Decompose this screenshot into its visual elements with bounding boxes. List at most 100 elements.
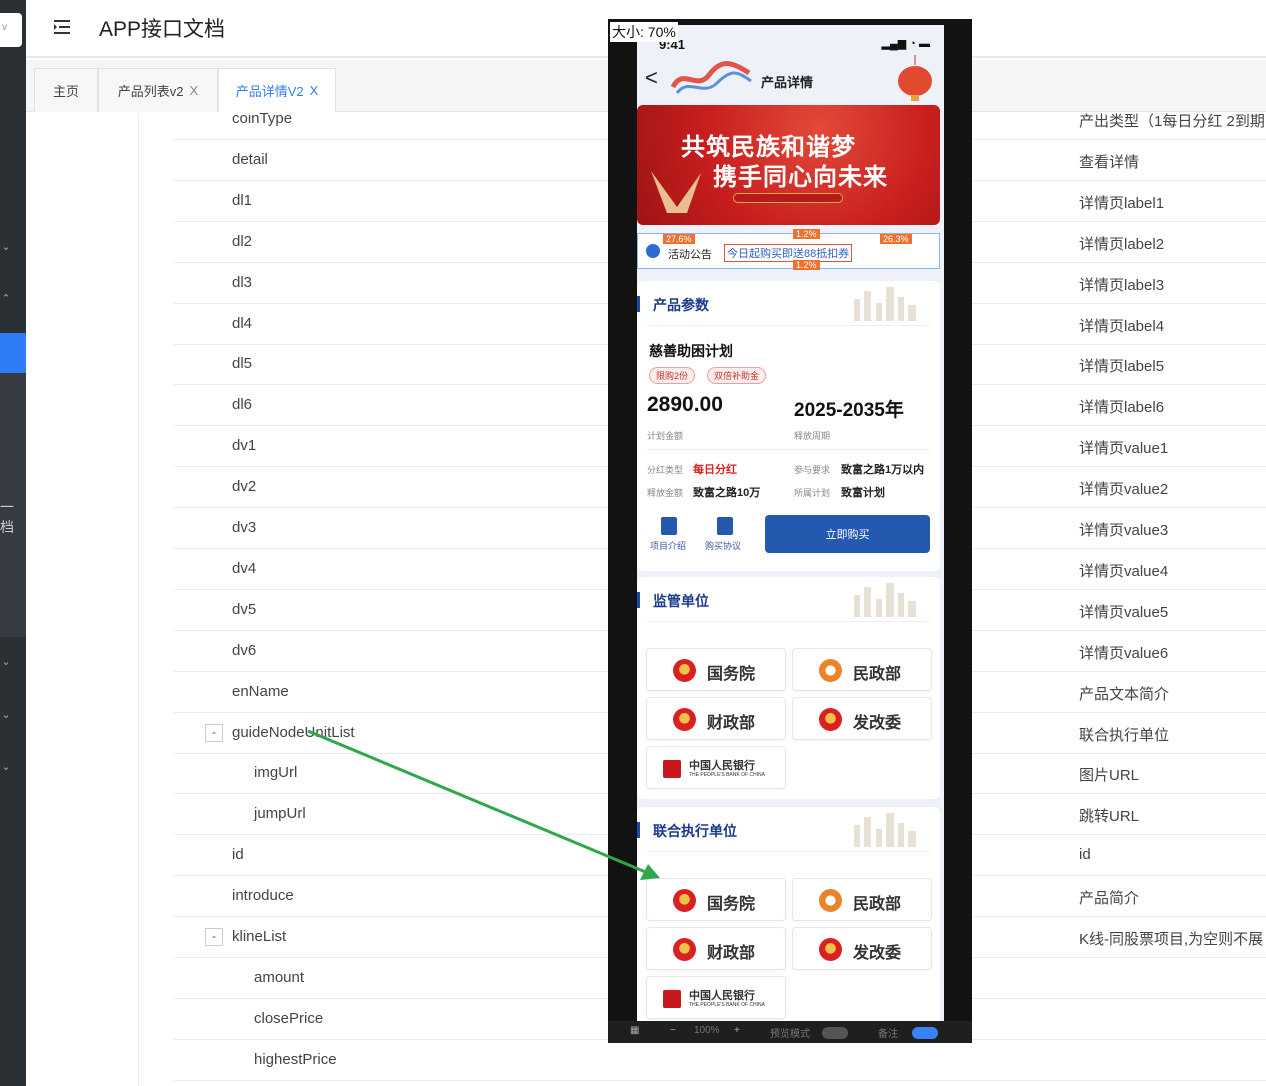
org-subname: THE PEOPLE'S BANK OF CHINA — [689, 772, 765, 778]
field-description: 图片URL — [1079, 767, 1140, 785]
org-name: 财政部 — [707, 945, 756, 962]
field-name: dl5 — [232, 355, 253, 373]
tab-label: 产品详情V2 — [235, 84, 304, 99]
mode-toggle[interactable] — [822, 1027, 848, 1039]
eagle-icon — [651, 171, 701, 213]
tab-home[interactable]: 主页 — [34, 68, 98, 112]
org-card-finance[interactable]: 财政部 — [646, 697, 786, 740]
chevron-up-icon[interactable]: ⌃ — [0, 292, 12, 305]
sidebar-item-label[interactable]: 一档 — [0, 497, 26, 537]
kv-label: 参与要求 — [794, 465, 831, 475]
banner-subheadline: 携手同心向未来 — [713, 162, 888, 191]
field-name: dv5 — [232, 600, 257, 618]
grid-icon[interactable]: ▦ — [630, 1025, 639, 1036]
chevron-down-icon[interactable]: ⌄ — [0, 708, 12, 721]
close-icon[interactable]: X — [310, 83, 319, 98]
field-name: dv6 — [232, 641, 257, 659]
menu-fold-icon[interactable] — [52, 17, 72, 37]
expand-toggle[interactable]: - — [205, 928, 223, 946]
agreement-link[interactable]: 购买协议 — [705, 539, 741, 552]
org-name: 发改委 — [853, 945, 902, 962]
close-icon[interactable]: X — [190, 83, 199, 98]
chevron-down-icon[interactable]: ⌄ — [0, 240, 12, 253]
org-card-pboc[interactable]: 中国人民银行 THE PEOPLE'S BANK OF CHINA — [646, 746, 786, 789]
org-name: 财政部 — [707, 715, 756, 732]
section-accent — [637, 296, 640, 312]
civil-affairs-emblem-icon — [819, 659, 842, 682]
field-name: amount — [254, 968, 305, 986]
field-description: 详情页value4 — [1079, 562, 1169, 580]
field-description: 联合执行单位 — [1079, 726, 1170, 744]
measure-badge: 26.3% — [880, 234, 912, 244]
field-description: 详情页value1 — [1079, 440, 1169, 458]
field-name: dv4 — [232, 559, 257, 577]
zoom-level: 100% — [694, 1025, 720, 1036]
field-name: closePrice — [254, 1009, 324, 1027]
national-emblem-icon — [673, 659, 696, 682]
kv-value: 致富之路1万以内 — [841, 464, 925, 476]
field-description: 跳转URL — [1079, 808, 1140, 826]
field-description: 详情页value3 — [1079, 522, 1169, 539]
buy-now-button[interactable]: 立即购买 — [765, 515, 930, 553]
org-subname: THE PEOPLE'S BANK OF CHINA — [689, 1002, 765, 1008]
calendar-icon[interactable] — [661, 517, 677, 535]
field-description: 查看详情 — [1079, 153, 1140, 171]
field-name: detail — [232, 150, 268, 168]
amount-label: 计划金额 — [647, 431, 684, 441]
period-value: 2025-2035年 — [794, 400, 904, 421]
org-name: 民政部 — [853, 666, 902, 683]
measure-badge: 1.2% — [793, 229, 820, 239]
chevron-down-icon: v — [2, 22, 7, 33]
chevron-down-icon[interactable]: ⌄ — [0, 655, 12, 668]
zoom-out-button[interactable]: − — [670, 1025, 676, 1036]
phone-nav-bar: < 产品详情 — [637, 55, 944, 105]
tab-product-list-v2[interactable]: 产品列表v2 X — [98, 68, 218, 112]
announcement-icon — [646, 244, 660, 258]
field-name: guideNodeUnitList — [232, 723, 355, 741]
org-name: 发改委 — [853, 715, 902, 732]
sidebar-select[interactable]: v — [0, 13, 22, 47]
notice-label: 活动公告 — [668, 249, 712, 261]
skyline-decoration-icon — [854, 813, 916, 847]
field-description: id — [1079, 846, 1091, 864]
kv-value: 致富计划 — [841, 487, 885, 499]
document-icon[interactable] — [717, 517, 733, 535]
note-toggle[interactable] — [912, 1027, 938, 1039]
org-name: 国务院 — [707, 666, 756, 683]
kv-value: 致富之路10万 — [693, 487, 761, 499]
amount-value: 2890.00 — [647, 393, 723, 416]
org-card-pboc[interactable]: 中国人民银行 THE PEOPLE'S BANK OF CHINA — [646, 976, 786, 1019]
table-row: highestPrice — [174, 1040, 1266, 1081]
promo-banner[interactable]: 共筑民族和谐梦 携手同心向未来 — [637, 105, 940, 225]
divider — [647, 449, 930, 450]
org-card-civil-affairs[interactable]: 民政部 — [792, 878, 932, 921]
org-name: 中国人民银行 — [689, 759, 755, 772]
field-description: 产品简介 — [1079, 890, 1140, 908]
back-icon[interactable]: < — [645, 65, 658, 91]
field-description: 详情页value2 — [1079, 481, 1169, 499]
note-label: 备注 — [878, 1029, 898, 1040]
field-name: dv2 — [232, 478, 257, 496]
project-intro-link[interactable]: 项目介绍 — [650, 539, 686, 552]
chevron-down-icon[interactable]: ⌄ — [0, 760, 12, 773]
org-card-ndrc[interactable]: 发改委 — [792, 697, 932, 740]
org-card-finance[interactable]: 财政部 — [646, 927, 786, 970]
org-card-ndrc[interactable]: 发改委 — [792, 927, 932, 970]
zoom-in-button[interactable]: + — [734, 1025, 740, 1036]
tab-product-detail-v2[interactable]: 产品详情V2 X — [218, 68, 336, 112]
org-name: 国务院 — [707, 896, 756, 913]
tag-chip: 限购2份 — [649, 367, 696, 384]
org-card-civil-affairs[interactable]: 民政部 — [792, 648, 932, 691]
org-card-state-council[interactable]: 国务院 — [646, 648, 786, 691]
field-name: dl6 — [232, 396, 253, 414]
divider — [647, 325, 930, 326]
tab-label: 产品列表v2 — [117, 84, 184, 99]
phone-screen: 9:41 ▂▄▆ ◔ ▬ < 产品详情 共筑民族和谐梦 携手同心向未来 活动公告… — [637, 25, 944, 1025]
section-title: 产品参数 — [653, 297, 709, 313]
field-name: enName — [232, 682, 289, 700]
expand-toggle[interactable]: - — [205, 723, 223, 742]
org-card-state-council[interactable]: 国务院 — [646, 878, 786, 921]
field-name: dl1 — [232, 191, 253, 209]
sidebar-item-active[interactable] — [0, 333, 26, 373]
notice-message[interactable]: 今日起购买即送88抵扣券 — [724, 244, 853, 262]
